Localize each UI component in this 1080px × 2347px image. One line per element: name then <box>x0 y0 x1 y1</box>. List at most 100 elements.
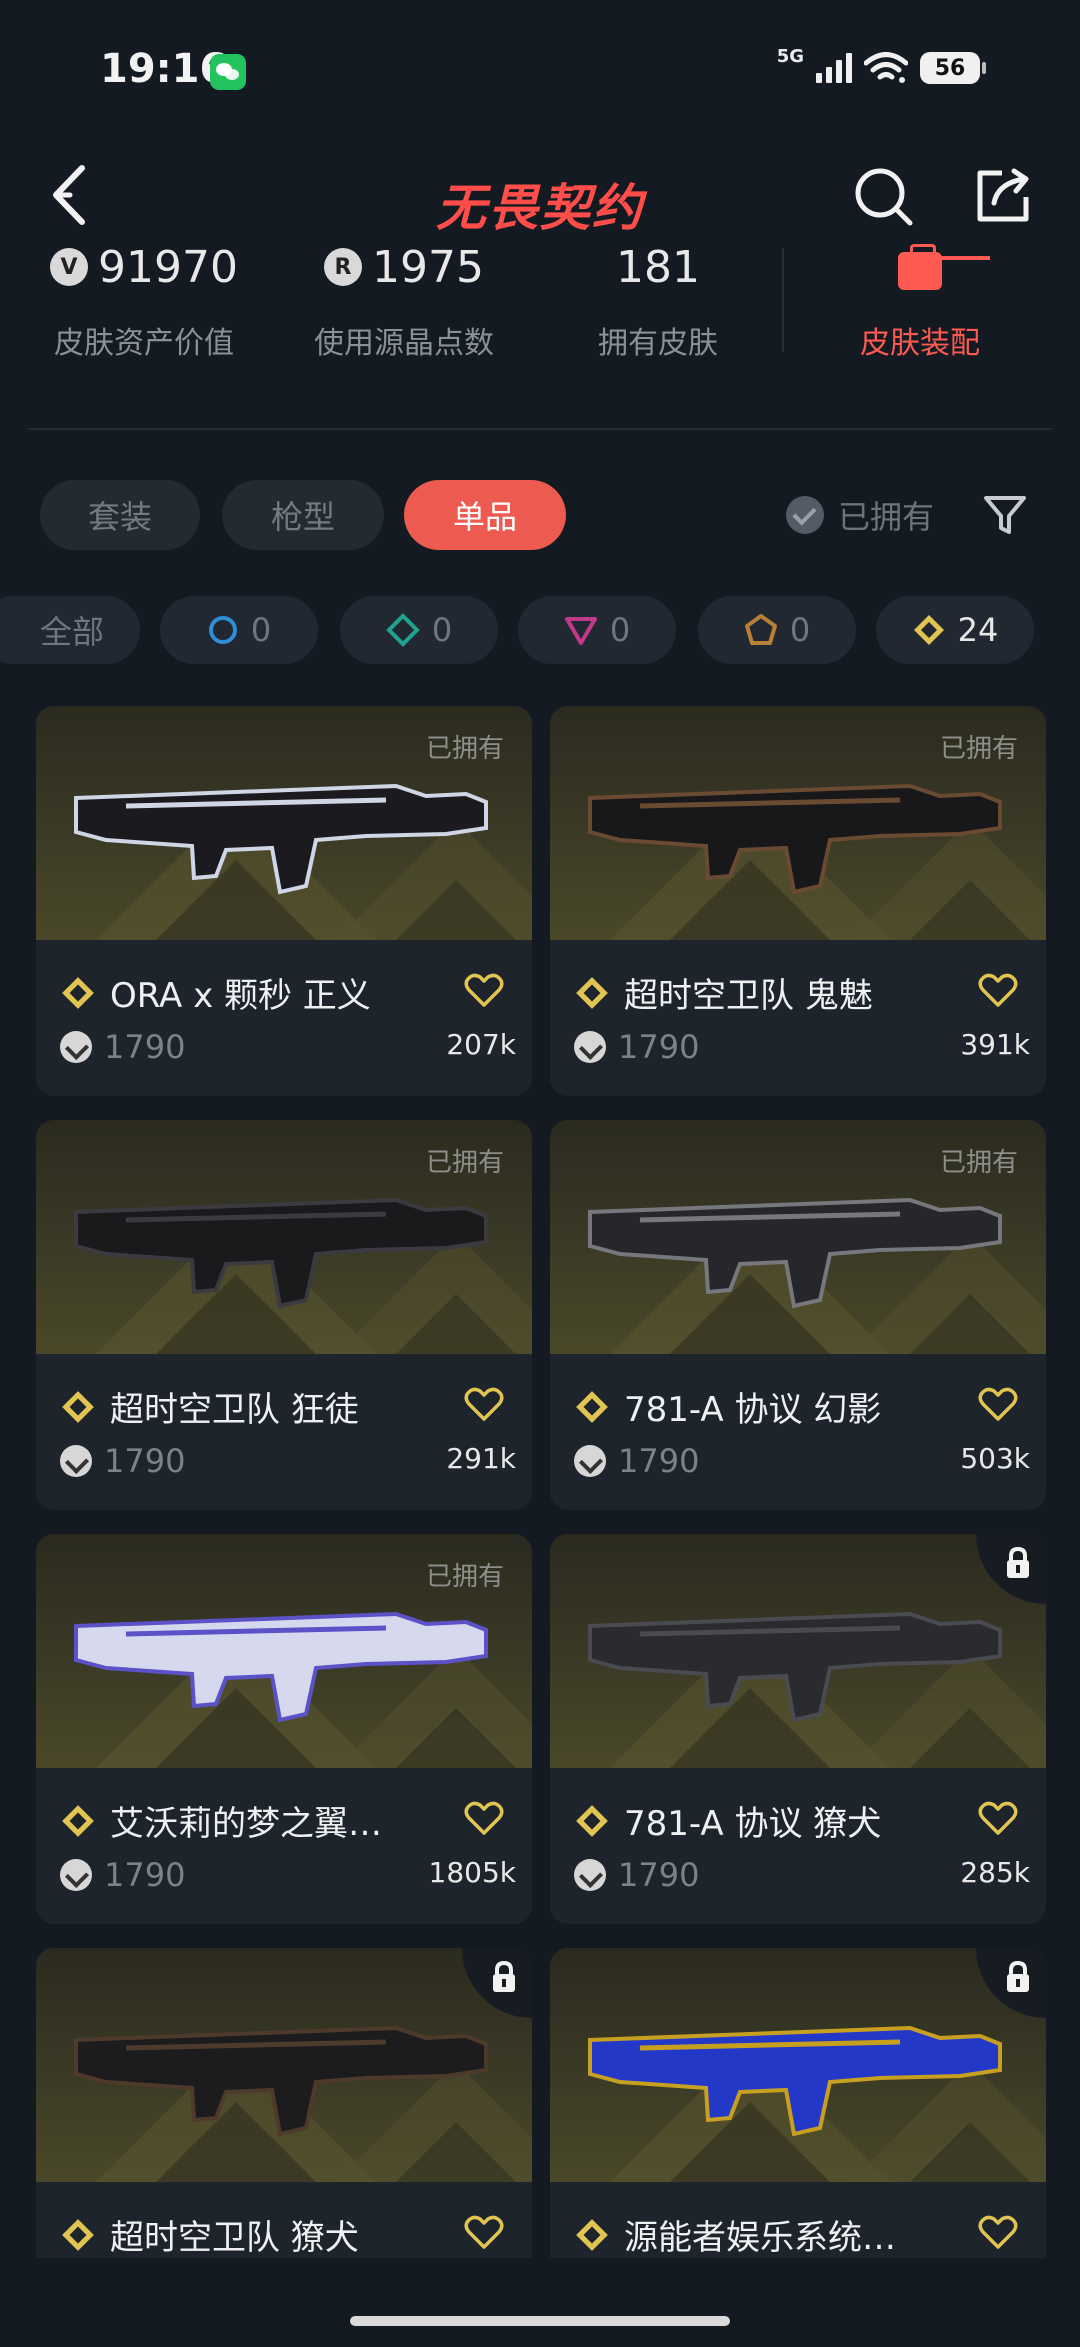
home-indicator[interactable] <box>350 2316 730 2326</box>
skin-name-row: 超时空卫队 狂徒 <box>60 1382 508 1431</box>
tier-ultra[interactable]: 0 <box>698 596 856 664</box>
deluxe-tier-icon <box>385 613 420 647</box>
price-row: 1790 <box>574 1028 699 1066</box>
skin-price: 1790 <box>618 1028 700 1066</box>
skin-name-row: ORA x 颗秒 正义 <box>60 968 508 1017</box>
exclusive-tier-icon <box>62 976 94 1009</box>
skin-price: 1790 <box>618 1856 700 1894</box>
skin-image <box>550 1948 1046 2182</box>
owned-label: 已拥有 <box>425 734 504 764</box>
filter-icon[interactable] <box>982 492 1028 538</box>
stat-value: 1975 <box>372 241 484 293</box>
skin-name: 超时空卫队 鬼魅 <box>624 976 873 1016</box>
vp-coin-icon <box>60 1859 92 1891</box>
skin-name-row: 超时空卫队 鬼魅 <box>574 968 1022 1017</box>
skin-name: 超时空卫队 獠犬 <box>110 2218 359 2258</box>
skin-card[interactable]: 781-A 协议 獠犬 1790 285k <box>550 1534 1046 1924</box>
app-header: 无畏契约 <box>0 150 1080 240</box>
exclusive-tier-icon <box>576 1804 608 1837</box>
favorite-heart-icon[interactable] <box>978 972 1018 1008</box>
favorite-heart-icon[interactable] <box>464 972 504 1008</box>
skin-name-row: 源能者娱乐系统… <box>574 2210 1022 2259</box>
weapon-icon <box>588 2025 1002 2137</box>
like-count: 207k <box>446 1028 516 1061</box>
weapon-icon <box>74 2025 488 2137</box>
skin-name: 781-A 协议 幻影 <box>624 1390 882 1430</box>
signal-icon <box>816 53 852 83</box>
exclusive-tier-icon <box>576 2218 608 2251</box>
favorite-heart-icon[interactable] <box>978 2214 1018 2250</box>
search-icon[interactable] <box>852 165 914 227</box>
equip-accent <box>940 256 990 260</box>
battery-icon: 56 <box>920 52 986 84</box>
tab-weapon-type[interactable]: 枪型 <box>222 480 384 550</box>
stat-label: 使用源晶点数 <box>314 326 494 361</box>
stat-value: 181 <box>616 241 700 293</box>
price-row: 1790 <box>60 1028 185 1066</box>
network-type: 5G <box>776 45 804 67</box>
skin-card[interactable]: 已拥有 超时空卫队 狂徒 1790 291k <box>36 1120 532 1510</box>
stat-owned-skins[interactable]: 181 拥有皮肤 <box>578 240 738 362</box>
tab-suit[interactable]: 套装 <box>40 480 200 550</box>
skin-card[interactable]: 已拥有 艾沃莉的梦之翼… 1790 1805k <box>36 1534 532 1924</box>
like-count: 391k <box>960 1028 1030 1061</box>
status-icons: 5G 56 <box>777 46 986 84</box>
tier-deluxe[interactable]: 0 <box>340 596 498 664</box>
favorite-heart-icon[interactable] <box>464 1386 504 1422</box>
lock-icon <box>1007 1960 1029 1992</box>
skin-name: ORA x 颗秒 正义 <box>110 976 371 1016</box>
skin-name-row: 781-A 协议 獠犬 <box>574 1796 1022 1845</box>
like-count: 503k <box>960 1442 1030 1475</box>
tier-premium[interactable]: 0 <box>518 596 676 664</box>
app-logo: 无畏契约 <box>436 179 644 237</box>
owned-toggle[interactable]: 已拥有 <box>786 480 934 550</box>
tier-count: 0 <box>250 611 272 649</box>
stat-radianite-used: R 1975 使用源晶点数 <box>304 240 504 362</box>
bottom-area <box>0 2258 1080 2347</box>
favorite-heart-icon[interactable] <box>978 1800 1018 1836</box>
tier-filter-bar: 全部 0 0 0 0 24 <box>0 596 1080 664</box>
wifi-icon <box>864 52 908 83</box>
status-time: 19:16 <box>100 46 228 92</box>
exclusive-tier-icon <box>576 976 608 1009</box>
stat-value: 91970 <box>98 241 238 293</box>
stat-asset-value: V 91970 皮肤资产价值 <box>44 240 244 362</box>
favorite-heart-icon[interactable] <box>464 2214 504 2250</box>
status-bar: 19:16 5G 56 <box>0 0 1080 140</box>
stat-label: 皮肤装配 <box>860 326 980 361</box>
price-row: 1790 <box>574 1442 699 1480</box>
divider <box>782 248 784 352</box>
share-icon[interactable] <box>972 165 1032 225</box>
vp-coin-icon: V <box>50 248 88 286</box>
skin-name: 艾沃莉的梦之翼… <box>110 1804 382 1844</box>
stats-bar: V 91970 皮肤资产价值 R 1975 使用源晶点数 181 拥有皮肤 皮肤装配 <box>0 240 1080 370</box>
tier-count: 0 <box>789 611 811 649</box>
favorite-heart-icon[interactable] <box>464 1800 504 1836</box>
stat-label: 皮肤资产价值 <box>54 326 234 361</box>
premium-tier-icon <box>564 617 597 645</box>
divider <box>28 428 1052 430</box>
exclusive-tier-icon <box>913 615 944 645</box>
vp-coin-icon <box>574 1031 606 1063</box>
favorite-heart-icon[interactable] <box>978 1386 1018 1422</box>
tier-count: 0 <box>609 611 631 649</box>
tier-exclusive[interactable]: 24 <box>876 596 1034 664</box>
owned-label: 已拥有 <box>425 1148 504 1178</box>
tab-single-item[interactable]: 单品 <box>404 480 566 550</box>
vp-coin-icon <box>60 1445 92 1477</box>
tier-count: 0 <box>431 611 453 649</box>
skin-card[interactable]: 已拥有 ORA x 颗秒 正义 1790 207k <box>36 706 532 1096</box>
tier-select[interactable]: 0 <box>160 596 318 664</box>
vp-coin-icon <box>574 1859 606 1891</box>
skin-card[interactable]: 已拥有 超时空卫队 鬼魅 1790 391k <box>550 706 1046 1096</box>
skin-price: 1790 <box>104 1856 186 1894</box>
skin-card[interactable]: 已拥有 781-A 协议 幻影 1790 503k <box>550 1120 1046 1510</box>
tier-count: 24 <box>957 611 999 649</box>
skin-name: 超时空卫队 狂徒 <box>110 1390 359 1430</box>
vp-coin-icon <box>574 1445 606 1477</box>
skin-image <box>550 1534 1046 1768</box>
tier-all[interactable]: 全部 <box>0 596 140 664</box>
lock-icon <box>1007 1546 1029 1578</box>
price-row: 1790 <box>574 1856 699 1894</box>
exclusive-tier-icon <box>62 1390 94 1423</box>
